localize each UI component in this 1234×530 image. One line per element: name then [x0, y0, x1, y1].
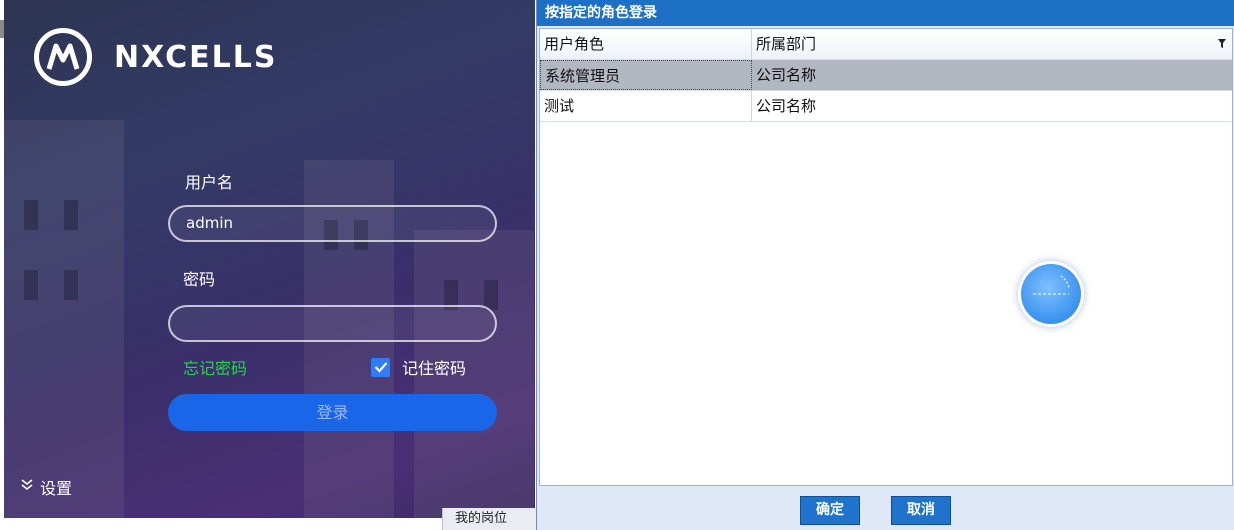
background-window [64, 200, 78, 230]
role-login-dialog: 按指定的角色登录 用户角色 所属部门 系统管理员 公司名称 测试 公司名称 确定… [536, 0, 1234, 530]
column-header-dept[interactable]: 所属部门 [752, 29, 1232, 59]
cell-role: 测试 [540, 91, 752, 121]
username-input[interactable]: admin [168, 205, 497, 242]
remember-password-toggle[interactable]: 记住密码 [371, 355, 466, 379]
brand-logo: NXCELLS [34, 28, 278, 86]
background-tab[interactable]: 我的岗位 [442, 508, 536, 530]
background-window [24, 270, 38, 300]
loading-spinner-icon [1021, 264, 1081, 324]
brand-name: NXCELLS [114, 39, 278, 75]
background-window [484, 280, 498, 310]
forgot-password-link[interactable]: 忘记密码 [183, 355, 247, 379]
settings-label: 设置 [40, 479, 73, 498]
column-header-role[interactable]: 用户角色 [540, 29, 752, 59]
password-input[interactable] [168, 305, 497, 342]
login-button[interactable]: 登录 [168, 394, 497, 431]
table-row[interactable]: 测试 公司名称 [540, 91, 1232, 122]
background-window [64, 270, 78, 300]
background-building [4, 120, 124, 518]
column-header-dept-label: 所属部门 [756, 35, 817, 53]
dialog-title: 按指定的角色登录 [537, 0, 1234, 26]
logo-mark-icon [34, 28, 92, 86]
filter-icon[interactable] [1218, 31, 1226, 61]
grid-header-row: 用户角色 所属部门 [540, 29, 1232, 60]
confirm-button[interactable]: 确定 [800, 496, 860, 525]
background-window [24, 200, 38, 230]
cancel-button[interactable]: 取消 [891, 496, 951, 525]
cell-dept: 公司名称 [756, 66, 817, 84]
cell-role: 系统管理员 [540, 60, 752, 90]
role-grid: 用户角色 所属部门 系统管理员 公司名称 测试 公司名称 [539, 28, 1233, 486]
cell-dept: 公司名称 [756, 97, 817, 115]
table-row[interactable]: 系统管理员 公司名称 [540, 60, 1232, 91]
settings-toggle[interactable]: 设置 [20, 475, 72, 499]
double-chevron-down-icon [20, 478, 34, 496]
password-label: 密码 [183, 270, 216, 289]
remember-password-label: 记住密码 [402, 359, 467, 378]
background-window-area [0, 518, 440, 530]
username-label: 用户名 [185, 173, 234, 192]
checkbox-checked-icon[interactable] [371, 357, 390, 377]
screen: NXCELLS 用户名 admin 密码 忘记密码 记住密码 登录 设置 我的岗… [0, 0, 1234, 530]
login-panel: NXCELLS 用户名 admin 密码 忘记密码 记住密码 登录 设置 [4, 0, 535, 518]
